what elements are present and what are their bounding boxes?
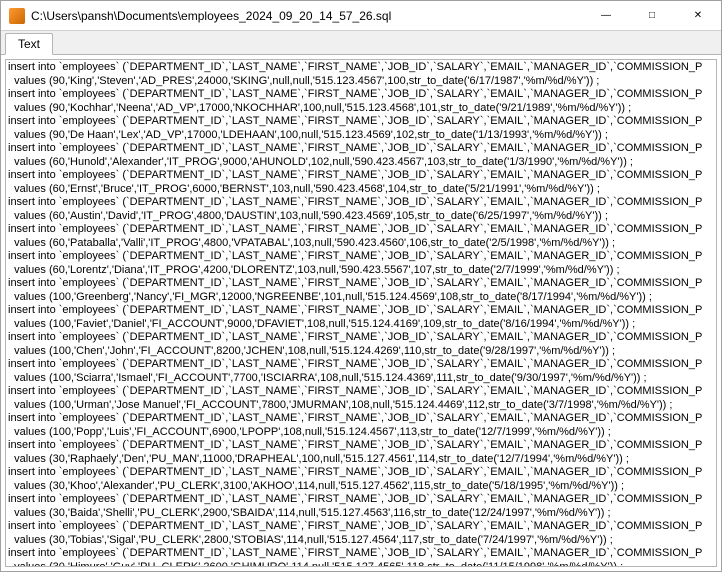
sql-line: insert into `employees` (`DEPARTMENT_ID`…	[8, 304, 714, 318]
app-icon	[9, 8, 25, 24]
sql-line: values (30,'Himuro','Guy','PU_CLERK',260…	[8, 561, 714, 568]
tab-text[interactable]: Text	[5, 33, 53, 55]
sql-line: insert into `employees` (`DEPARTMENT_ID`…	[8, 277, 714, 291]
sql-line: values (90,'De Haan','Lex','AD_VP',17000…	[8, 129, 714, 143]
sql-line: insert into `employees` (`DEPARTMENT_ID`…	[8, 493, 714, 507]
maximize-button[interactable]: □	[629, 1, 675, 30]
sql-line: values (60,'Pataballa','Valli','IT_PROG'…	[8, 237, 714, 251]
sql-line: insert into `employees` (`DEPARTMENT_ID`…	[8, 142, 714, 156]
sql-line: values (100,'Popp','Luis','FI_ACCOUNT',6…	[8, 426, 714, 440]
sql-line: insert into `employees` (`DEPARTMENT_ID`…	[8, 331, 714, 345]
sql-text-viewer[interactable]: insert into `employees` (`DEPARTMENT_ID`…	[5, 59, 717, 567]
sql-line: insert into `employees` (`DEPARTMENT_ID`…	[8, 250, 714, 264]
sql-line: values (60,'Lorentz','Diana','IT_PROG',4…	[8, 264, 714, 278]
sql-line: insert into `employees` (`DEPARTMENT_ID`…	[8, 223, 714, 237]
sql-line: values (30,'Raphaely','Den','PU_MAN',110…	[8, 453, 714, 467]
sql-line: values (90,'King','Steven','AD_PRES',240…	[8, 75, 714, 89]
sql-line: insert into `employees` (`DEPARTMENT_ID`…	[8, 358, 714, 372]
tab-bar: Text	[1, 31, 721, 55]
sql-line: values (90,'Kochhar','Neena','AD_VP',170…	[8, 102, 714, 116]
sql-line: insert into `employees` (`DEPARTMENT_ID`…	[8, 547, 714, 561]
sql-line: insert into `employees` (`DEPARTMENT_ID`…	[8, 196, 714, 210]
sql-line: values (100,'Chen','John','FI_ACCOUNT',8…	[8, 345, 714, 359]
sql-line: values (60,'Austin','David','IT_PROG',48…	[8, 210, 714, 224]
window-buttons: — □ ✕	[583, 1, 721, 30]
sql-line: values (100,'Greenberg','Nancy','FI_MGR'…	[8, 291, 714, 305]
minimize-button[interactable]: —	[583, 1, 629, 30]
sql-line: values (100,'Faviet','Daniel','FI_ACCOUN…	[8, 318, 714, 332]
window-title: C:\Users\pansh\Documents\employees_2024_…	[31, 9, 583, 23]
sql-line: insert into `employees` (`DEPARTMENT_ID`…	[8, 169, 714, 183]
sql-line: values (100,'Urman','Jose Manuel','FI_AC…	[8, 399, 714, 413]
sql-line: values (100,'Sciarra','Ismael','FI_ACCOU…	[8, 372, 714, 386]
window-titlebar: C:\Users\pansh\Documents\employees_2024_…	[1, 1, 721, 31]
sql-line: values (60,'Hunold','Alexander','IT_PROG…	[8, 156, 714, 170]
sql-line: values (60,'Ernst','Bruce','IT_PROG',600…	[8, 183, 714, 197]
maximize-icon: □	[649, 10, 655, 21]
minimize-icon: —	[601, 10, 611, 21]
sql-line: insert into `employees` (`DEPARTMENT_ID`…	[8, 115, 714, 129]
content-area: insert into `employees` (`DEPARTMENT_ID`…	[1, 55, 721, 571]
sql-line: insert into `employees` (`DEPARTMENT_ID`…	[8, 88, 714, 102]
sql-line: insert into `employees` (`DEPARTMENT_ID`…	[8, 466, 714, 480]
sql-line: insert into `employees` (`DEPARTMENT_ID`…	[8, 61, 714, 75]
close-icon: ✕	[694, 10, 702, 21]
close-button[interactable]: ✕	[675, 1, 721, 30]
sql-line: insert into `employees` (`DEPARTMENT_ID`…	[8, 520, 714, 534]
sql-line: insert into `employees` (`DEPARTMENT_ID`…	[8, 412, 714, 426]
tab-text-label: Text	[18, 37, 40, 51]
sql-line: values (30,'Baida','Shelli','PU_CLERK',2…	[8, 507, 714, 521]
sql-line: insert into `employees` (`DEPARTMENT_ID`…	[8, 439, 714, 453]
sql-line: values (30,'Khoo','Alexander','PU_CLERK'…	[8, 480, 714, 494]
sql-line: values (30,'Tobias','Sigal','PU_CLERK',2…	[8, 534, 714, 548]
sql-line: insert into `employees` (`DEPARTMENT_ID`…	[8, 385, 714, 399]
